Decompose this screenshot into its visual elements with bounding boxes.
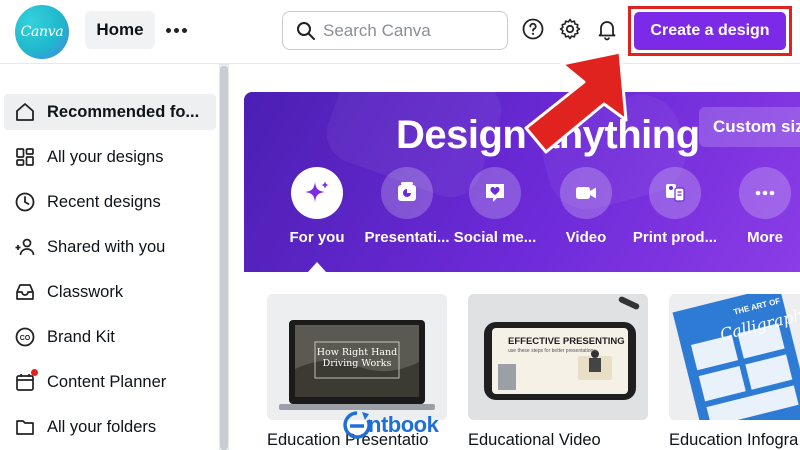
sidebar-item-label: Recent designs <box>47 192 161 211</box>
clock-icon <box>15 192 35 212</box>
presentation-icon <box>398 182 416 201</box>
create-a-design-button[interactable]: Create a design <box>634 12 786 50</box>
sparkle-icon <box>305 181 329 202</box>
sidebar-item-recommended[interactable]: Recommended fo... <box>4 94 216 130</box>
annotation-arrow <box>524 50 628 154</box>
custom-size-button[interactable]: Custom siz <box>699 107 800 147</box>
category-social-media[interactable]: Social me... <box>445 167 545 246</box>
template-card-presentation[interactable]: How Right Hand Driving Works <box>267 294 447 420</box>
sidebar-item-label: Shared with you <box>47 237 166 256</box>
thumbnail-heading: How Right Hand Driving Works <box>316 347 398 369</box>
brand-icon: CO <box>15 327 35 347</box>
canva-logo[interactable]: Canva <box>15 5 69 59</box>
watermark-logo: ntbook <box>342 410 460 442</box>
home-icon <box>16 103 34 121</box>
help-icon[interactable] <box>521 17 545 41</box>
category-presentations[interactable]: Presentati... <box>357 167 457 246</box>
search-icon <box>297 22 315 40</box>
sidebar-item-label: Recommended fo... <box>47 102 200 121</box>
sidebar-scrollbar-thumb[interactable] <box>220 66 228 450</box>
category-label: More <box>747 229 783 246</box>
category-label: For you <box>289 229 345 246</box>
top-bar: Canva Home Create a design <box>0 0 800 64</box>
sidebar-item-label: All your designs <box>47 147 164 166</box>
sidebar-item-brand-kit[interactable]: CO Brand Kit <box>4 319 216 355</box>
watermark-text: ntbook <box>368 412 439 437</box>
template-card-title: Education Infogra <box>669 431 799 449</box>
template-card-title: Educational Video <box>468 431 601 449</box>
sidebar-item-label: Content Planner <box>47 372 167 391</box>
sidebar-item-recent-designs[interactable]: Recent designs <box>4 184 216 220</box>
category-label: Print prod... <box>632 229 718 246</box>
category-label: Presentati... <box>364 229 450 246</box>
more-dots-icon <box>755 190 775 196</box>
sidebar-item-label: All your folders <box>47 417 157 436</box>
template-card-infographic[interactable]: THE ART OF Calligraphy <box>669 294 800 420</box>
folder-icon <box>16 420 34 435</box>
category-more[interactable]: More <box>715 167 800 246</box>
more-options-icon[interactable] <box>163 14 189 46</box>
thumbnail-heading: EFFECTIVE PRESENTING <box>508 336 625 347</box>
sidebar-item-folders[interactable]: All your folders <box>4 409 216 445</box>
print-icon <box>666 184 685 202</box>
sidebar-item-label: Brand Kit <box>47 327 115 346</box>
video-camera-icon <box>576 187 596 199</box>
sidebar-item-shared[interactable]: Shared with you <box>4 229 216 265</box>
category-print-products[interactable]: Print prod... <box>625 167 725 246</box>
sidebar-item-all-designs[interactable]: All your designs <box>4 139 216 175</box>
thumbnail-subtext: use these steps for better presentations <box>508 348 596 354</box>
svg-text:CO: CO <box>20 335 31 342</box>
template-card-video[interactable]: EFFECTIVE PRESENTING use these steps for… <box>468 294 648 420</box>
category-video[interactable]: Video <box>536 167 636 246</box>
bell-icon[interactable] <box>595 17 619 41</box>
selected-category-indicator <box>308 262 326 272</box>
search-input[interactable] <box>323 19 498 43</box>
search-box[interactable] <box>282 11 508 50</box>
sidebar-item-classwork[interactable]: Classwork <box>4 274 216 310</box>
heart-chat-icon <box>486 184 504 202</box>
phone-thumbnail <box>468 294 648 420</box>
calendar-icon <box>14 369 38 393</box>
home-button[interactable]: Home <box>85 11 155 49</box>
sidebar-item-content-planner[interactable]: Content Planner <box>4 364 216 400</box>
category-label: Video <box>565 229 607 246</box>
gear-icon[interactable] <box>558 17 582 41</box>
grid-icon <box>16 148 34 166</box>
category-for-you[interactable]: For you <box>267 167 367 246</box>
sidebar-item-label: Classwork <box>47 282 124 301</box>
category-label: Social me... <box>453 229 537 246</box>
tray-icon <box>16 284 34 300</box>
people-icon <box>15 238 35 256</box>
notification-dot <box>31 369 38 376</box>
